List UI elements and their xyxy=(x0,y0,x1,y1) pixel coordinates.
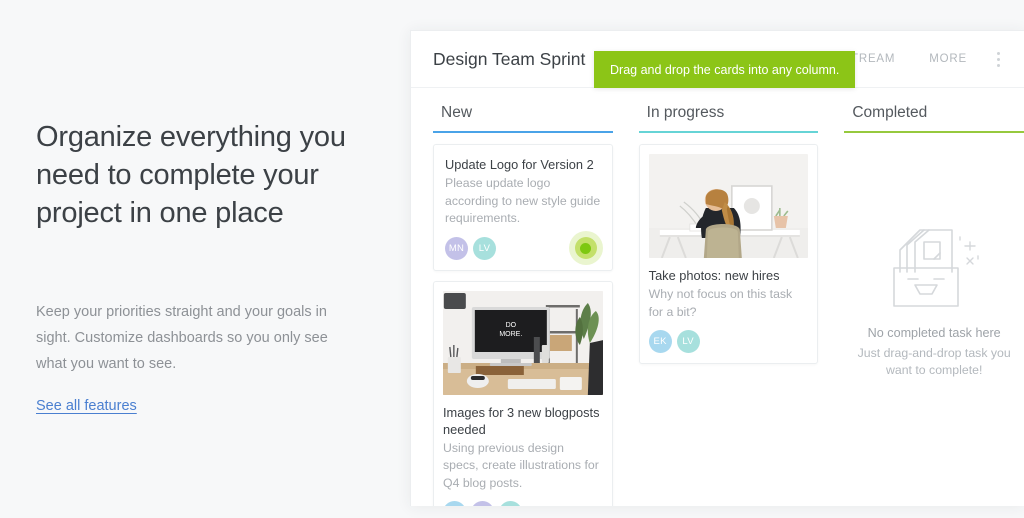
column-rule-new xyxy=(433,131,613,133)
column-new: New Update Logo for Version 2 Please upd… xyxy=(433,88,613,506)
card-take-photos[interactable]: Take photos: new hires Why not focus on … xyxy=(638,144,819,364)
svg-text:MORE.: MORE. xyxy=(499,331,522,338)
green-status-dot[interactable] xyxy=(568,231,603,265)
column-rule-in-progress xyxy=(638,131,819,133)
column-body-in-progress: Take photos: new hires Why not focus on … xyxy=(638,144,819,364)
board-title: Design Team Sprint xyxy=(433,48,586,69)
column-body-new: Update Logo for Version 2 Please update … xyxy=(433,144,613,506)
desk-with-imac-photo: DO MORE. xyxy=(443,290,603,395)
column-title-new: New xyxy=(441,104,473,121)
card-description: Please update logo according to new styl… xyxy=(445,176,601,225)
column-gap xyxy=(818,88,844,506)
empty-state-subtitle: Just drag-and-drop task you want to comp… xyxy=(857,346,1011,377)
see-all-features-link[interactable]: See all features xyxy=(36,398,137,414)
avatar[interactable]: MN xyxy=(445,236,468,260)
column-in-progress: In progress Take photos: new hires Why n… xyxy=(638,88,819,506)
empty-state-title: No completed task here xyxy=(867,326,1001,340)
kebab-dot xyxy=(996,57,1000,61)
woman-at-desk-photo xyxy=(648,154,809,258)
page-subcopy: Keep your priorities straight and your g… xyxy=(36,304,328,372)
board-columns: New Update Logo for Version 2 Please upd… xyxy=(411,88,1024,506)
drag-drop-tooltip: Drag and drop the cards into any column. xyxy=(594,51,856,88)
kebab-dot xyxy=(996,51,1000,55)
card-blogpost-images[interactable]: DO MORE. Images for 3 new blogposts need… xyxy=(433,280,613,506)
board-panel: Design Team Sprint BOARD STREAM MORE Dra… xyxy=(410,30,1024,506)
avatar[interactable]: EK xyxy=(443,501,466,506)
card-avatars: EK LV xyxy=(648,330,809,353)
avatar[interactable]: MN xyxy=(471,501,494,506)
kebab-dot xyxy=(996,63,1000,67)
avatar[interactable]: LV xyxy=(676,330,700,353)
empty-state-completed: No completed task here Just drag-and-dro… xyxy=(844,144,1024,379)
kebab-menu-icon[interactable] xyxy=(984,31,1012,87)
empty-box-with-papers-icon xyxy=(844,228,1024,308)
card-avatars: MN LV xyxy=(445,231,603,265)
column-gap xyxy=(613,88,639,506)
svg-text:DO: DO xyxy=(506,322,517,329)
card-update-logo[interactable]: Update Logo for Version 2 Please update … xyxy=(433,144,613,271)
board-header: Design Team Sprint BOARD STREAM MORE Dra… xyxy=(411,31,1024,88)
column-rule-completed xyxy=(844,131,1024,133)
card-title: Update Logo for Version 2 xyxy=(445,157,594,172)
card-avatars: EK MN LV xyxy=(443,501,603,506)
column-title-in-progress: In progress xyxy=(646,104,725,121)
card-description: Using previous design specs, create illu… xyxy=(443,440,599,490)
avatar[interactable]: LV xyxy=(473,236,496,260)
card-title: Take photos: new hires xyxy=(648,268,780,283)
marketing-pane: Organize everything you need to complete… xyxy=(0,0,410,518)
avatar[interactable]: EK xyxy=(648,330,672,353)
avatar[interactable]: LV xyxy=(499,501,522,506)
tab-more[interactable]: MORE xyxy=(912,31,984,87)
column-body-completed: No completed task here Just drag-and-dro… xyxy=(844,144,1024,379)
column-title-completed: Completed xyxy=(852,104,928,121)
page-headline: Organize everything you need to complete… xyxy=(36,121,346,229)
column-completed: Completed No completed task here Just dr… xyxy=(844,88,1024,506)
card-description: Why not focus on this task for a bit? xyxy=(648,287,793,319)
card-title: Images for 3 new blogposts needed xyxy=(443,404,600,437)
